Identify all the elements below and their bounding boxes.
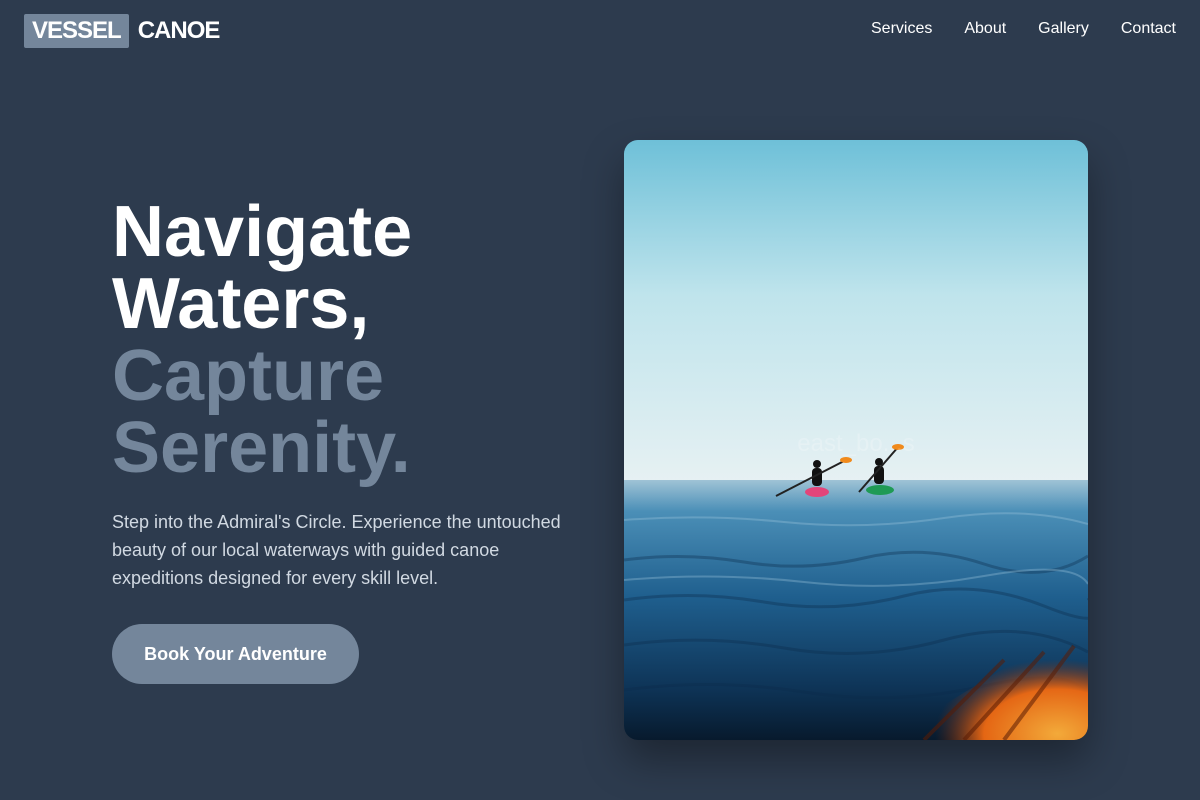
brand-word-text: CANOE xyxy=(137,17,221,44)
headline-line-4: Serenity. xyxy=(112,408,411,488)
nav-link-services[interactable]: Services xyxy=(871,18,932,40)
book-adventure-button[interactable]: Book Your Adventure xyxy=(112,624,359,684)
nav-link-about[interactable]: About xyxy=(964,18,1006,40)
nav-link-gallery[interactable]: Gallery xyxy=(1038,18,1089,40)
brand-logo[interactable]: VESSEL CANOE xyxy=(24,14,221,48)
nav-link-contact[interactable]: Contact xyxy=(1121,18,1176,40)
hero-photo: east_bo...s xyxy=(624,140,1088,740)
hero-headline: Navigate Waters, Capture Serenity. xyxy=(112,196,412,484)
headline-line-2: Waters, xyxy=(112,264,370,344)
main-nav: Services About Gallery Contact xyxy=(871,18,1176,40)
hero-intro: Step into the Admiral's Circle. Experien… xyxy=(112,512,561,588)
headline-line-3: Capture xyxy=(112,336,385,416)
photo-watermark: east_bo...s xyxy=(797,430,915,457)
headline-line-1: Navigate xyxy=(112,192,413,272)
brand-box-text: VESSEL xyxy=(24,14,129,48)
page: VESSEL CANOE Services About Gallery Cont… xyxy=(0,0,1200,800)
